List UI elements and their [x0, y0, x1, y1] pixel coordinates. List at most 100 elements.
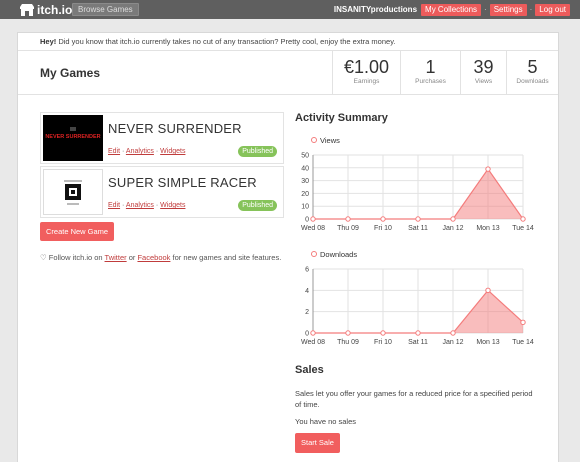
analytics-link[interactable]: Analytics: [126, 202, 154, 209]
data-point[interactable]: [415, 330, 421, 336]
notice-lead: Hey!: [40, 37, 57, 46]
stat-label: Purchases: [415, 78, 446, 85]
super-simple-racer-cover: [44, 170, 102, 214]
legend-marker: [311, 251, 317, 257]
settings-button[interactable]: Settings: [489, 3, 527, 16]
sales-title: Sales: [295, 364, 324, 376]
top-nav: INSANITYproductions My Collections · Set…: [334, 3, 570, 16]
x-tick-label: Mon 13: [476, 339, 499, 346]
start-sale-button[interactable]: Start Sale: [295, 433, 340, 453]
analytics-link[interactable]: Analytics: [126, 148, 154, 155]
game-title[interactable]: SUPER SIMPLE RACER: [108, 175, 257, 190]
stat-label: Earnings: [353, 78, 380, 85]
stat-label: Views: [474, 78, 493, 85]
edit-link[interactable]: Edit: [108, 148, 120, 155]
dashboard-header: My Games €1.00 Earnings 1 Purchases 39 V…: [18, 51, 558, 95]
x-tick-label: Fri 10: [374, 339, 392, 346]
data-point[interactable]: [380, 216, 386, 222]
stat-value: €1.00: [343, 57, 390, 77]
downloads-chart: Downloads 0 2 4 6 Wed 08 Thu 09 Fri 10 Sat 11 Jan…: [301, 250, 534, 346]
data-point[interactable]: [520, 319, 526, 326]
y-tick-label: 50: [301, 153, 309, 160]
stat-downloads: 5 Downloads: [506, 51, 558, 95]
y-tick-label: 40: [301, 165, 309, 172]
game-card: NEVER SURRENDER NEVER SURRENDER Edit · A…: [40, 112, 284, 164]
nav-separator: ·: [484, 5, 487, 14]
data-point[interactable]: [450, 330, 456, 336]
activity-summary-title: Activity Summary: [295, 112, 388, 124]
dashboard-panel: Hey! Did you know that itch.io currently…: [17, 32, 559, 462]
stat-label: Downloads: [516, 78, 549, 85]
data-point[interactable]: [485, 166, 491, 172]
sales-empty-text: You have no sales: [295, 417, 357, 426]
thumb-text: NEVER SURRENDER: [45, 134, 100, 140]
x-tick-label: Tue 14: [512, 339, 534, 346]
data-point[interactable]: [310, 330, 316, 336]
y-tick-label: 20: [301, 191, 309, 198]
stat-views: 39 Views: [460, 51, 506, 95]
itchio-logo[interactable]: itch.io: [20, 3, 72, 17]
x-tick-label: Sat 11: [408, 225, 428, 232]
game-title[interactable]: NEVER SURRENDER: [108, 121, 242, 136]
x-tick-label: Wed 08: [301, 225, 325, 232]
data-point[interactable]: [345, 330, 351, 336]
y-tick-label: 0: [305, 217, 309, 224]
y-tick-label: 4: [305, 288, 309, 295]
data-point[interactable]: [345, 216, 351, 222]
page-title: My Games: [40, 66, 101, 80]
follow-prefix: ♡ Follow itch.io on: [40, 253, 105, 262]
follow-text: ♡ Follow itch.io on Twitter or Facebook …: [40, 253, 281, 262]
logo-text: itch.io: [37, 3, 73, 17]
browse-games-button[interactable]: Browse Games: [72, 3, 139, 16]
create-new-game-button[interactable]: Create New Game: [40, 222, 115, 241]
legend-marker: [311, 137, 317, 143]
x-tick-label: Tue 14: [512, 225, 534, 232]
x-tick-label: Wed 08: [301, 339, 325, 346]
widgets-link[interactable]: Widgets: [160, 202, 185, 209]
data-point[interactable]: [520, 216, 526, 222]
never-surrender-cover: NEVER SURRENDER: [43, 115, 103, 161]
stat-value: 39: [473, 57, 494, 77]
itchio-logo-icon: [20, 4, 34, 16]
y-tick-label: 0: [305, 331, 309, 338]
data-point[interactable]: [450, 216, 456, 222]
my-collections-button[interactable]: My Collections: [421, 3, 482, 16]
facebook-link[interactable]: Facebook: [137, 253, 170, 262]
top-bar: itch.io Browse Games INSANITYproductions…: [0, 0, 580, 19]
widgets-link[interactable]: Widgets: [160, 148, 185, 155]
stat-purchases: 1 Purchases: [400, 51, 460, 95]
stat-value: 1: [425, 57, 436, 77]
game-thumbnail[interactable]: [43, 169, 103, 215]
published-badge: Published: [238, 200, 277, 211]
sales-description: Sales let you offer your games for a red…: [295, 389, 533, 409]
notice-text: Did you know that itch.io currently take…: [56, 37, 396, 46]
chart-legend: Views: [311, 136, 340, 145]
data-point[interactable]: [485, 287, 491, 294]
logout-button[interactable]: Log out: [535, 3, 570, 16]
x-tick-label: Sat 11: [408, 339, 428, 346]
data-point[interactable]: [415, 216, 421, 222]
y-tick-label: 2: [305, 309, 309, 316]
data-point[interactable]: [310, 216, 316, 222]
x-tick-label: Jan 12: [442, 225, 463, 232]
follow-mid: or: [126, 253, 138, 262]
views-chart: Views 0 10 20 30 40 50 Wed 08 Thu 09 Fri 10 Sat 11…: [301, 136, 534, 232]
chart-legend: Downloads: [311, 250, 357, 259]
x-tick-label: Jan 12: [442, 339, 463, 346]
legend-label: Views: [320, 136, 340, 145]
legend-label: Downloads: [320, 250, 357, 259]
x-tick-label: Thu 09: [337, 339, 359, 346]
game-links: Edit · Analytics · Widgets: [108, 148, 185, 155]
game-thumbnail[interactable]: NEVER SURRENDER: [43, 115, 103, 161]
data-point[interactable]: [380, 330, 386, 336]
game-links: Edit · Analytics · Widgets: [108, 202, 185, 209]
x-tick-label: Mon 13: [476, 225, 499, 232]
y-tick-label: 6: [305, 267, 309, 274]
username-link[interactable]: INSANITYproductions: [334, 5, 417, 14]
nav-separator: ·: [529, 5, 533, 14]
published-badge: Published: [238, 146, 277, 157]
twitter-link[interactable]: Twitter: [105, 253, 127, 262]
x-tick-label: Thu 09: [337, 225, 359, 232]
stat-earnings: €1.00 Earnings: [332, 51, 400, 95]
edit-link[interactable]: Edit: [108, 202, 120, 209]
